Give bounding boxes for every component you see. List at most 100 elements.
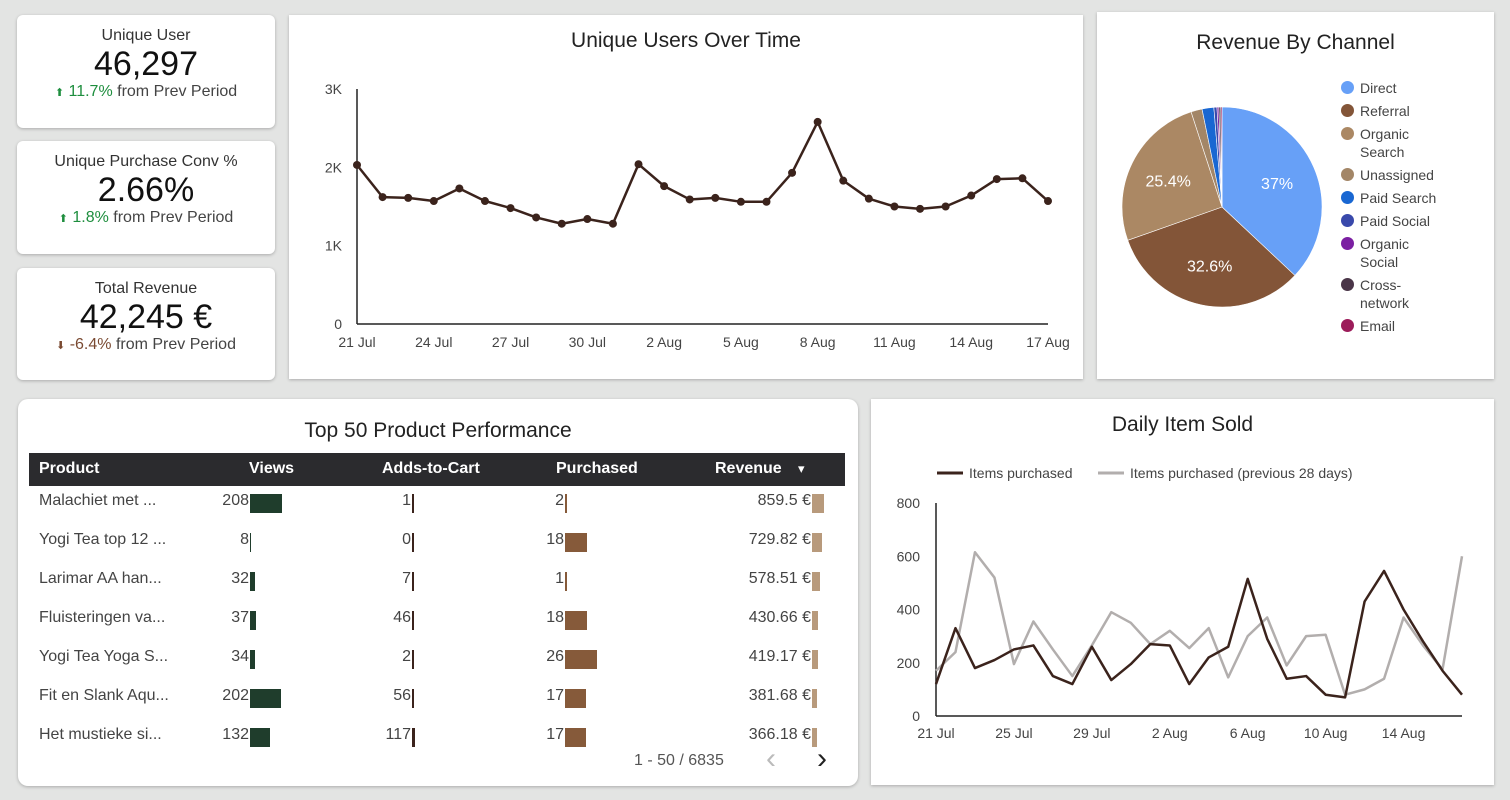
daily-item-sold-card: Daily Item Sold Items purchased Items pur…	[871, 399, 1494, 785]
data-point	[916, 204, 925, 213]
data-point	[634, 160, 643, 169]
table-title: Top 50 Product Performance	[304, 419, 572, 442]
table-row[interactable]: Yogi Tea Yoga S... 34 2 26 419.17 €	[29, 645, 845, 684]
x-tick-label: 27 Jul	[492, 334, 529, 350]
views-value: 37	[231, 609, 249, 626]
table-row[interactable]: Larimar AA han... 32 7 1 578.51 €	[29, 567, 845, 606]
data-point	[967, 191, 976, 200]
purchased-value: 1	[555, 570, 564, 587]
col-header-revenue[interactable]: Revenue	[715, 460, 782, 478]
legend-swatch	[1341, 104, 1354, 117]
adds-value: 117	[385, 726, 411, 743]
data-point	[455, 184, 464, 193]
product-name: Het mustieke si...	[39, 726, 162, 743]
col-header-product[interactable]: Product	[39, 460, 99, 478]
views-bar	[250, 611, 256, 630]
adds-value: 0	[402, 531, 411, 548]
x-tick-label: 8 Aug	[800, 334, 836, 350]
legend-swatch	[1341, 81, 1354, 94]
col-header-adds-to-cart[interactable]: Adds-to-Cart	[382, 460, 480, 478]
revenue-value: 859.5 €	[757, 492, 811, 509]
views-bar	[250, 650, 256, 669]
x-tick-label: 29 Jul	[1073, 725, 1110, 741]
adds-value: 56	[393, 687, 411, 704]
data-point	[660, 182, 669, 191]
kpi-label: Unique Purchase Conv %	[54, 153, 238, 170]
data-point	[941, 202, 950, 211]
kpi-delta: ⬆ 11.7% from Prev Period	[17, 83, 275, 101]
legend-label: Email	[1360, 318, 1396, 334]
kpi-delta: ⬆ 1.8% from Prev Period	[17, 209, 275, 227]
data-point	[429, 197, 438, 206]
legend-label: Organic Social	[1360, 236, 1410, 270]
y-tick-label: 800	[897, 495, 921, 511]
kpi-card-total-revenue: Total Revenue 42,245 € ⬇ -6.4% from Prev…	[17, 268, 275, 380]
x-tick-label: 17 Aug	[1026, 334, 1070, 350]
adds-bar	[412, 728, 415, 747]
daily-items-line-chart: Items purchased Items purchased (previous…	[897, 465, 1464, 741]
data-point	[480, 197, 489, 206]
table-row[interactable]: Fit en Slank Aqu... 202 56 17 381.68 €	[29, 684, 845, 723]
views-bar	[250, 533, 252, 552]
purchased-value: 18	[546, 531, 564, 548]
legend-swatch	[1341, 191, 1354, 204]
revenue-pie-chart: 37% 32.6% 25.4%	[1121, 106, 1323, 308]
adds-bar	[412, 611, 414, 630]
legend-label: Cross-network	[1360, 277, 1410, 311]
revenue-value: 419.17 €	[748, 648, 811, 665]
legend-label: Paid Search	[1360, 190, 1437, 206]
purchased-bar	[565, 650, 597, 669]
views-value: 202	[222, 687, 249, 704]
legend-swatch	[1341, 127, 1354, 140]
col-header-views[interactable]: Views	[249, 460, 294, 478]
x-tick-label: 2 Aug	[1152, 725, 1188, 741]
product-name: Larimar AA han...	[39, 570, 162, 587]
purchased-bar	[565, 494, 568, 513]
y-tick-label: 400	[897, 602, 921, 618]
x-tick-label: 6 Aug	[1230, 725, 1266, 741]
chart-title: Revenue By Channel	[1196, 31, 1395, 54]
legend-label: Unassigned	[1360, 167, 1434, 183]
x-tick-label: 21 Jul	[338, 334, 375, 350]
revenue-by-channel-card: Revenue By Channel 37% 32.6% 25.4% Direct R…	[1097, 12, 1494, 379]
legend-swatch	[1341, 168, 1354, 181]
next-page-icon[interactable]: ›	[817, 743, 827, 775]
legend-swatch	[1341, 319, 1354, 332]
data-point	[839, 176, 848, 185]
revenue-value: 578.51 €	[748, 570, 811, 587]
legend-swatch	[1341, 237, 1354, 250]
revenue-bar	[812, 533, 823, 552]
views-bar	[250, 572, 255, 591]
y-tick-label: 200	[897, 655, 921, 671]
table-row[interactable]: Malachiet met ... 208 1 2 859.5 €	[29, 489, 845, 528]
table-row[interactable]: Fluisteringen va... 37 46 18 430.66 €	[29, 606, 845, 645]
product-performance-card: Top 50 Product Performance Product Views…	[18, 399, 858, 786]
unique-users-line-chart: 0 1K 2K 3K 21 Jul 24 Jul 27 Jul 30 Jul 2 Aug 5 Au…	[325, 81, 1070, 350]
sort-desc-icon[interactable]: ▾	[798, 461, 805, 477]
trend-up-icon: ⬆	[58, 213, 68, 225]
product-name: Malachiet met ...	[39, 492, 157, 509]
col-header-purchased[interactable]: Purchased	[556, 460, 638, 478]
kpi-value: 46,297	[94, 45, 198, 83]
table-row[interactable]: Yogi Tea top 12 ... 8 0 18 729.82 €	[29, 528, 845, 567]
kpi-delta: ⬇ -6.4% from Prev Period	[17, 336, 275, 354]
kpi-delta-pct: -6.4%	[69, 336, 112, 353]
revenue-value: 729.82 €	[748, 531, 811, 548]
prev-page-icon[interactable]: ‹	[766, 743, 776, 775]
x-tick-label: 21 Jul	[917, 725, 954, 741]
adds-value: 46	[393, 609, 411, 626]
data-point	[992, 175, 1001, 184]
kpi-label: Total Revenue	[94, 280, 198, 297]
kpi-delta-pct: 1.8%	[72, 209, 109, 226]
data-point	[557, 219, 566, 228]
revenue-bar	[812, 650, 818, 669]
product-name: Fit en Slank Aqu...	[39, 687, 169, 704]
data-point	[685, 195, 694, 204]
data-point	[583, 215, 592, 224]
x-tick-label: 25 Jul	[995, 725, 1032, 741]
revenue-value: 430.66 €	[748, 609, 811, 626]
purchased-bar	[565, 728, 586, 747]
x-tick-label: 2 Aug	[646, 334, 682, 350]
x-tick-label: 10 Aug	[1304, 725, 1348, 741]
revenue-bar	[812, 494, 824, 513]
